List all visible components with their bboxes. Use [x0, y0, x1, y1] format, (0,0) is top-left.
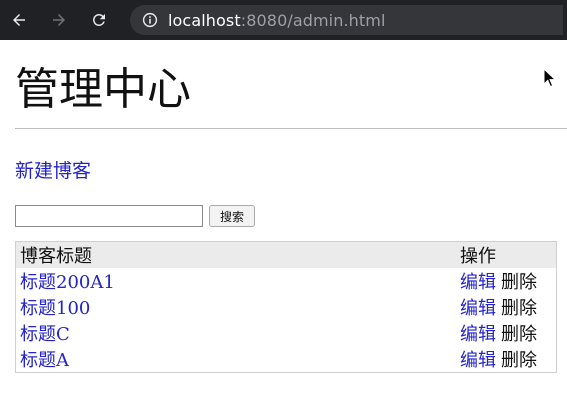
header-actions: 操作 — [456, 242, 556, 268]
page-title: 管理中心 — [15, 64, 191, 115]
delete-action[interactable]: 删除 — [501, 350, 537, 371]
edit-link[interactable]: 编辑 — [460, 324, 496, 345]
url-path: :8080/admin.html — [240, 10, 386, 30]
forward-arrow-icon — [53, 14, 65, 26]
address-bar[interactable]: localhost:8080/admin.html — [130, 5, 563, 35]
search-input[interactable] — [15, 205, 203, 227]
delete-action[interactable]: 删除 — [501, 324, 537, 345]
url-host: localhost — [168, 10, 241, 30]
forward-button[interactable] — [46, 7, 72, 33]
mouse-cursor-icon — [543, 68, 557, 88]
header-blog-title: 博客标题 — [16, 242, 456, 268]
blog-title-link[interactable]: 标题100 — [20, 298, 90, 319]
reload-icon — [93, 14, 105, 26]
edit-link[interactable]: 编辑 — [460, 272, 496, 293]
delete-action[interactable]: 删除 — [501, 272, 537, 293]
back-button[interactable] — [6, 7, 32, 33]
blog-table: 博客标题 操作 标题200A1 编辑 删除 标题100 编辑 删除 标题C 编辑 删除… — [15, 241, 557, 373]
browser-toolbar: localhost:8080/admin.html — [0, 0, 567, 40]
table-row: 标题200A1 编辑 删除 — [16, 268, 556, 294]
table-row: 标题A 编辑 删除 — [16, 346, 556, 372]
table-row: 标题C 编辑 删除 — [16, 320, 556, 346]
back-arrow-icon — [13, 14, 25, 26]
title-divider — [15, 128, 567, 129]
page-content: 管理中心 新建博客 搜索 博客标题 操作 标题200A1 编辑 删除 标题100 … — [0, 62, 567, 373]
edit-link[interactable]: 编辑 — [460, 350, 496, 371]
search-button[interactable]: 搜索 — [209, 205, 256, 227]
table-row: 标题100 编辑 删除 — [16, 294, 556, 320]
table-header-row: 博客标题 操作 — [16, 242, 556, 268]
edit-link[interactable]: 编辑 — [460, 298, 496, 319]
blog-title-link[interactable]: 标题200A1 — [20, 272, 115, 293]
info-icon[interactable] — [142, 12, 158, 28]
delete-action[interactable]: 删除 — [501, 298, 537, 319]
blog-title-link[interactable]: 标题C — [20, 324, 70, 345]
new-blog-link[interactable]: 新建博客 — [15, 156, 91, 183]
reload-button[interactable] — [86, 7, 112, 33]
blog-title-link[interactable]: 标题A — [20, 350, 69, 371]
search-bar: 搜索 — [15, 205, 557, 227]
